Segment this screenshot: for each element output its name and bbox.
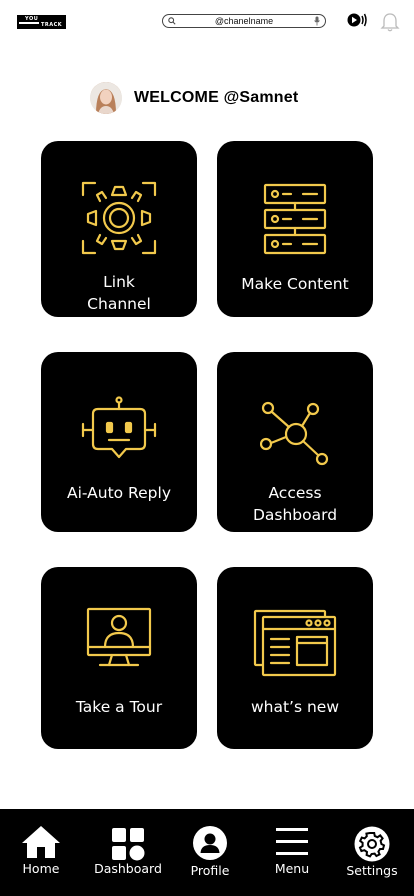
logo-text-bottom: TRACK: [41, 22, 63, 28]
tile-label-line1: Access: [268, 484, 322, 502]
profile-icon: [170, 825, 250, 861]
nav-profile[interactable]: Profile: [170, 809, 250, 896]
nav-home-label: Home: [22, 861, 60, 876]
nav-menu-label: Menu: [274, 861, 310, 876]
whats-new-tile[interactable]: what’s new: [217, 567, 373, 749]
nav-settings[interactable]: Settings: [332, 809, 412, 896]
app-logo[interactable]: YOU TRACK: [17, 15, 66, 29]
microphone-icon[interactable]: [314, 16, 320, 26]
whats-new-label: what’s new: [250, 698, 340, 716]
bottom-navigation: Home Dashboard Profile Menu Settings: [0, 809, 414, 896]
play-audio-icon[interactable]: [347, 12, 367, 28]
logo-bar: [19, 22, 39, 24]
take-a-tour-tile[interactable]: Take a Tour: [41, 567, 197, 749]
avatar-image: [90, 82, 122, 114]
link-channel-tile[interactable]: Link Channel: [41, 141, 197, 317]
take-a-tour-label: Take a Tour: [75, 698, 163, 716]
tile-label-line1: Link: [103, 273, 135, 291]
gear-icon: [332, 826, 412, 862]
link-channel-label: Link Channel: [47, 271, 191, 315]
make-content-label: Make Content: [241, 275, 349, 293]
nav-dashboard[interactable]: Dashboard: [88, 809, 168, 896]
target-icon: [41, 181, 197, 255]
server-icon: [217, 183, 373, 255]
nav-menu[interactable]: Menu: [252, 809, 332, 896]
search-input[interactable]: [181, 15, 307, 27]
nav-dashboard-label: Dashboard: [94, 861, 162, 876]
monitor-user-icon: [41, 607, 197, 673]
access-dashboard-label: Access Dashboard: [223, 482, 367, 526]
tile-label-line2: Channel: [87, 295, 151, 313]
nav-home[interactable]: Home: [1, 809, 81, 896]
avatar[interactable]: [90, 82, 122, 114]
nav-settings-label: Settings: [346, 863, 398, 878]
browser-windows-icon: [217, 609, 373, 677]
menu-icon: [252, 827, 332, 857]
search-icon: [168, 17, 176, 25]
make-content-tile[interactable]: Make Content: [217, 141, 373, 317]
robot-icon: [41, 396, 197, 466]
welcome-heading: WELCOME @Samnet: [134, 89, 299, 106]
ai-auto-reply-label: Ai-Auto Reply: [66, 484, 171, 502]
network-icon: [217, 400, 373, 466]
ai-auto-reply-tile[interactable]: Ai-Auto Reply: [41, 352, 197, 532]
nav-profile-label: Profile: [190, 863, 230, 878]
dashboard-icon: [88, 827, 168, 861]
tile-label-line2: Dashboard: [252, 506, 338, 524]
access-dashboard-tile[interactable]: Access Dashboard: [217, 352, 373, 532]
bell-icon[interactable]: [380, 12, 400, 33]
search-bar[interactable]: [162, 14, 326, 28]
home-icon: [1, 825, 81, 859]
